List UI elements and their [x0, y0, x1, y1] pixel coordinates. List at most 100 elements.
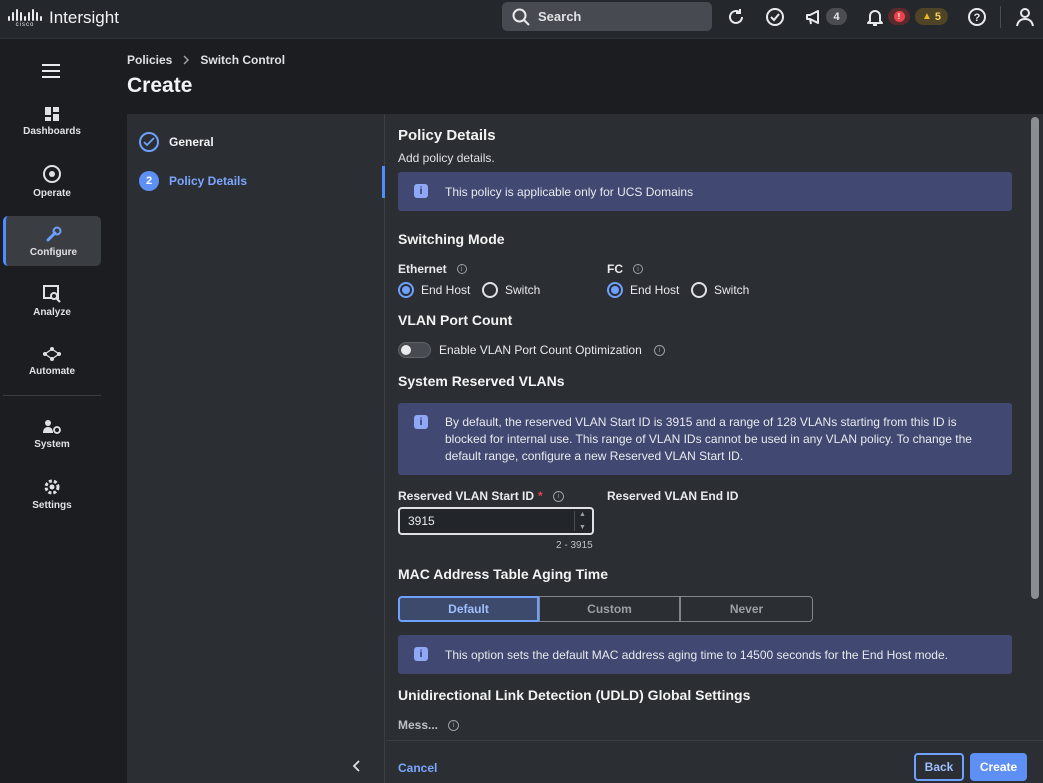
ethernet-label-text: Ethernet — [398, 262, 447, 276]
section-title-policy-details: Policy Details — [398, 127, 496, 144]
step-policy-details[interactable]: 2 Policy Details — [139, 171, 247, 191]
stepper-up-icon[interactable]: ▲ — [579, 511, 586, 518]
search-placeholder: Search — [538, 9, 582, 24]
mac-aging-option-never[interactable]: Never — [680, 596, 813, 622]
dashboards-icon — [45, 106, 59, 121]
megaphone-icon — [806, 10, 819, 25]
info-text: By default, the reserved VLAN Start ID i… — [445, 415, 972, 463]
search-icon — [512, 8, 530, 26]
chevron-left-icon — [352, 760, 360, 772]
warning-alarms-badge[interactable]: ▲ 5 — [915, 8, 948, 25]
configure-icon — [46, 226, 61, 241]
svg-text:?: ? — [974, 12, 981, 24]
warning-count: 5 — [934, 10, 942, 23]
sidebar-item-settings[interactable]: Settings — [3, 469, 101, 519]
collapse-steps-button[interactable] — [352, 759, 362, 778]
help-button[interactable]: ? — [966, 6, 988, 28]
info-text: This option sets the default MAC address… — [445, 648, 948, 662]
sidebar-item-operate[interactable]: Operate — [3, 156, 101, 206]
radio-label: End Host — [630, 283, 680, 297]
tasks-button[interactable] — [764, 6, 786, 28]
sidebar-divider — [3, 395, 101, 396]
scroll-thumb[interactable] — [1031, 117, 1039, 599]
info-icon[interactable]: i — [448, 719, 460, 731]
section-subtitle: Add policy details. — [398, 151, 495, 165]
radio-selected-icon — [607, 282, 623, 298]
breadcrumb-policies[interactable]: Policies — [127, 53, 172, 67]
required-marker: * — [538, 489, 543, 503]
step-label: Policy Details — [169, 174, 248, 188]
info-icon: i — [414, 647, 428, 661]
global-search[interactable]: Search — [502, 2, 712, 31]
app-logo[interactable]: cisco Intersight — [8, 8, 119, 28]
reserved-vlan-start-label: Reserved VLAN Start ID * i — [398, 489, 564, 503]
create-button[interactable]: Create — [970, 753, 1027, 781]
sidebar-item-label: Operate — [33, 187, 71, 199]
menu-toggle-button[interactable] — [42, 64, 60, 82]
cisco-wordmark: cisco — [15, 21, 35, 28]
hamburger-line — [42, 70, 60, 72]
field-label-text: Mess... — [398, 718, 439, 732]
back-button[interactable]: Back — [914, 753, 964, 781]
sidebar-item-configure[interactable]: Configure — [3, 216, 101, 266]
mac-aging-option-default[interactable]: Default — [398, 596, 539, 622]
fc-switch-radio[interactable]: Switch — [691, 282, 749, 298]
ethernet-label: Ethernet i — [398, 262, 467, 276]
section-title-switching-mode: Switching Mode — [398, 231, 505, 247]
announcements-button[interactable] — [803, 6, 825, 28]
radio-selected-icon — [398, 282, 414, 298]
vlan-port-count-toggle[interactable] — [398, 342, 431, 358]
reserved-vlan-start-input[interactable]: ▲ ▼ — [398, 507, 594, 535]
ethernet-end-host-radio[interactable]: End Host — [398, 282, 470, 298]
wizard-steps: General 2 Policy Details — [127, 114, 385, 783]
info-icon[interactable]: i — [653, 344, 665, 356]
udld-message-interval-label: Mess... i — [398, 718, 460, 732]
sidebar-item-label: Analyze — [33, 306, 71, 318]
user-icon — [1016, 8, 1034, 27]
announcements-count-badge: 4 — [826, 8, 847, 25]
policy-details-form: Policy Details Add policy details. i Thi… — [386, 114, 1028, 740]
user-menu-button[interactable] — [1014, 6, 1036, 28]
critical-alarms-badge[interactable]: ! — [888, 8, 910, 25]
section-title-vlan-port-count: VLAN Port Count — [398, 312, 513, 328]
info-icon[interactable]: i — [552, 490, 564, 502]
sidebar-item-dashboards[interactable]: Dashboards — [3, 96, 101, 146]
notifications-button[interactable] — [864, 6, 886, 28]
info-icon[interactable]: i — [633, 264, 643, 274]
bell-icon — [867, 10, 883, 26]
info-icon[interactable]: i — [456, 264, 467, 274]
sidebar-item-automate[interactable]: Automate — [3, 336, 101, 386]
help-icon: ? — [968, 8, 986, 26]
active-step-indicator — [382, 166, 385, 198]
mac-aging-segmented-control: Default Custom Never — [398, 596, 813, 622]
automate-icon — [43, 346, 61, 361]
settings-icon — [44, 479, 60, 494]
content-scrollbar[interactable] — [1028, 114, 1043, 740]
check-icon — [139, 132, 159, 152]
sidebar-item-analyze[interactable]: Analyze — [3, 276, 101, 326]
fc-label: FC i — [607, 262, 643, 276]
reserved-vlan-info-banner: i By default, the reserved VLAN Start ID… — [398, 403, 1012, 475]
cisco-logo-icon: cisco — [8, 8, 42, 28]
hamburger-line — [42, 76, 60, 78]
section-title-udld: Unidirectional Link Detection (UDLD) Glo… — [398, 687, 751, 703]
sidebar: Dashboards Operate Configure Analyze Aut… — [0, 39, 104, 783]
wizard-footer: Cancel Back Create — [386, 740, 1043, 783]
reserved-vlan-end-label: Reserved VLAN End ID — [607, 489, 739, 503]
step-general[interactable]: General — [139, 132, 214, 152]
cancel-link[interactable]: Cancel — [398, 761, 437, 775]
fc-end-host-radio[interactable]: End Host — [607, 282, 679, 298]
sidebar-item-label: System — [34, 438, 70, 450]
mac-aging-option-custom[interactable]: Custom — [539, 596, 680, 622]
tasks-check-icon — [766, 8, 784, 26]
sidebar-item-label: Configure — [29, 246, 78, 258]
breadcrumb-switch-control: Switch Control — [200, 53, 286, 67]
sidebar-item-system[interactable]: System — [3, 409, 101, 459]
refresh-button[interactable] — [725, 6, 747, 28]
info-icon: i — [414, 184, 428, 198]
ethernet-switch-radio[interactable]: Switch — [482, 282, 540, 298]
reserved-vlan-start-field[interactable] — [400, 509, 570, 533]
hamburger-icon — [42, 64, 60, 66]
stepper-down-icon[interactable]: ▼ — [579, 524, 586, 531]
number-stepper[interactable]: ▲ ▼ — [574, 511, 590, 531]
